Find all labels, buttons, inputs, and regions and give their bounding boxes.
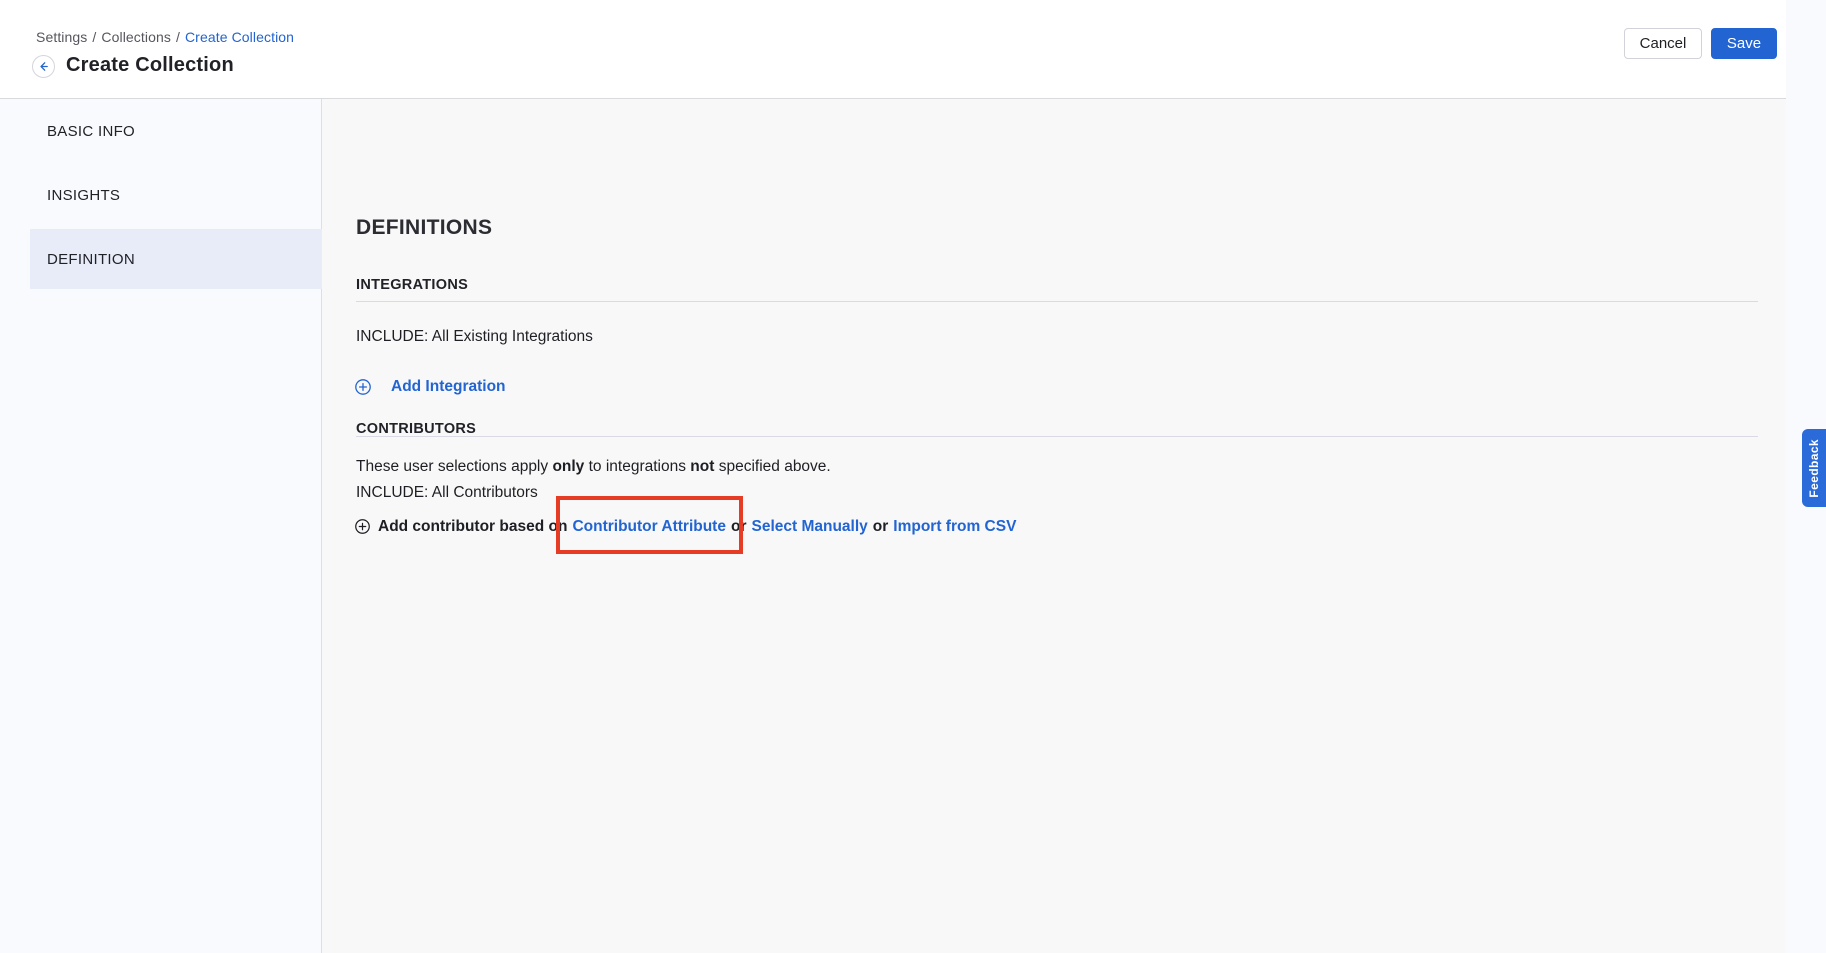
breadcrumb-current[interactable]: Create Collection (185, 29, 294, 45)
sidebar-item-basic-info[interactable]: BASIC INFO (30, 101, 322, 161)
feedback-tab-label: Feedback (1807, 439, 1821, 498)
plus-circle-icon (355, 519, 370, 534)
breadcrumb-separator: / (176, 29, 180, 45)
contributor-attribute-link[interactable]: Contributor Attribute (572, 518, 726, 535)
or-text: or (873, 517, 889, 536)
or-text: or (731, 517, 747, 536)
sidebar-item-definition[interactable]: DEFINITION (30, 229, 322, 289)
import-from-csv-link[interactable]: Import from CSV (893, 518, 1016, 535)
breadcrumb-collections[interactable]: Collections (101, 29, 171, 45)
back-button[interactable] (32, 55, 55, 78)
add-contributor-prefix: Add contributor based on (378, 517, 567, 536)
page-title: Create Collection (66, 54, 234, 77)
note-bold-only: only (552, 458, 584, 475)
page-header: Settings / Collections / Create Collection C… (0, 0, 1786, 99)
integrations-include-text: INCLUDE: All Existing Integrations (356, 327, 593, 346)
add-contributor-row: Add contributor based on Contributor Att… (355, 517, 1021, 536)
contributors-note: These user selections apply only to inte… (356, 457, 831, 476)
section-divider (356, 301, 1758, 302)
add-integration-label: Add Integration (391, 378, 506, 396)
section-divider (356, 436, 1758, 437)
panel-title: DEFINITIONS (356, 216, 492, 240)
note-bold-not: not (690, 458, 714, 475)
sidebar-item-insights[interactable]: INSIGHTS (30, 165, 322, 225)
breadcrumb-settings[interactable]: Settings (36, 29, 87, 45)
contributors-include-text: INCLUDE: All Contributors (356, 483, 538, 502)
integrations-section-label: INTEGRATIONS (356, 277, 468, 293)
back-arrow-icon (37, 60, 50, 73)
note-text: to integrations (584, 458, 690, 475)
feedback-tab[interactable]: Feedback (1802, 429, 1826, 507)
note-text: specified above. (714, 458, 830, 475)
definition-panel: DEFINITIONS INTEGRATIONS INCLUDE: All Ex… (322, 99, 1786, 953)
settings-sidebar: BASIC INFO INSIGHTS DEFINITION (0, 99, 322, 953)
select-manually-link[interactable]: Select Manually (751, 518, 867, 535)
plus-circle-icon (355, 379, 371, 395)
contributors-section-label: CONTRIBUTORS (356, 421, 476, 437)
add-integration-button[interactable]: Add Integration (355, 377, 506, 396)
breadcrumb: Settings / Collections / Create Collection (36, 29, 294, 45)
save-button[interactable]: Save (1711, 28, 1777, 59)
note-text: These user selections apply (356, 458, 552, 475)
breadcrumb-separator: / (92, 29, 96, 45)
cancel-button[interactable]: Cancel (1624, 28, 1702, 59)
